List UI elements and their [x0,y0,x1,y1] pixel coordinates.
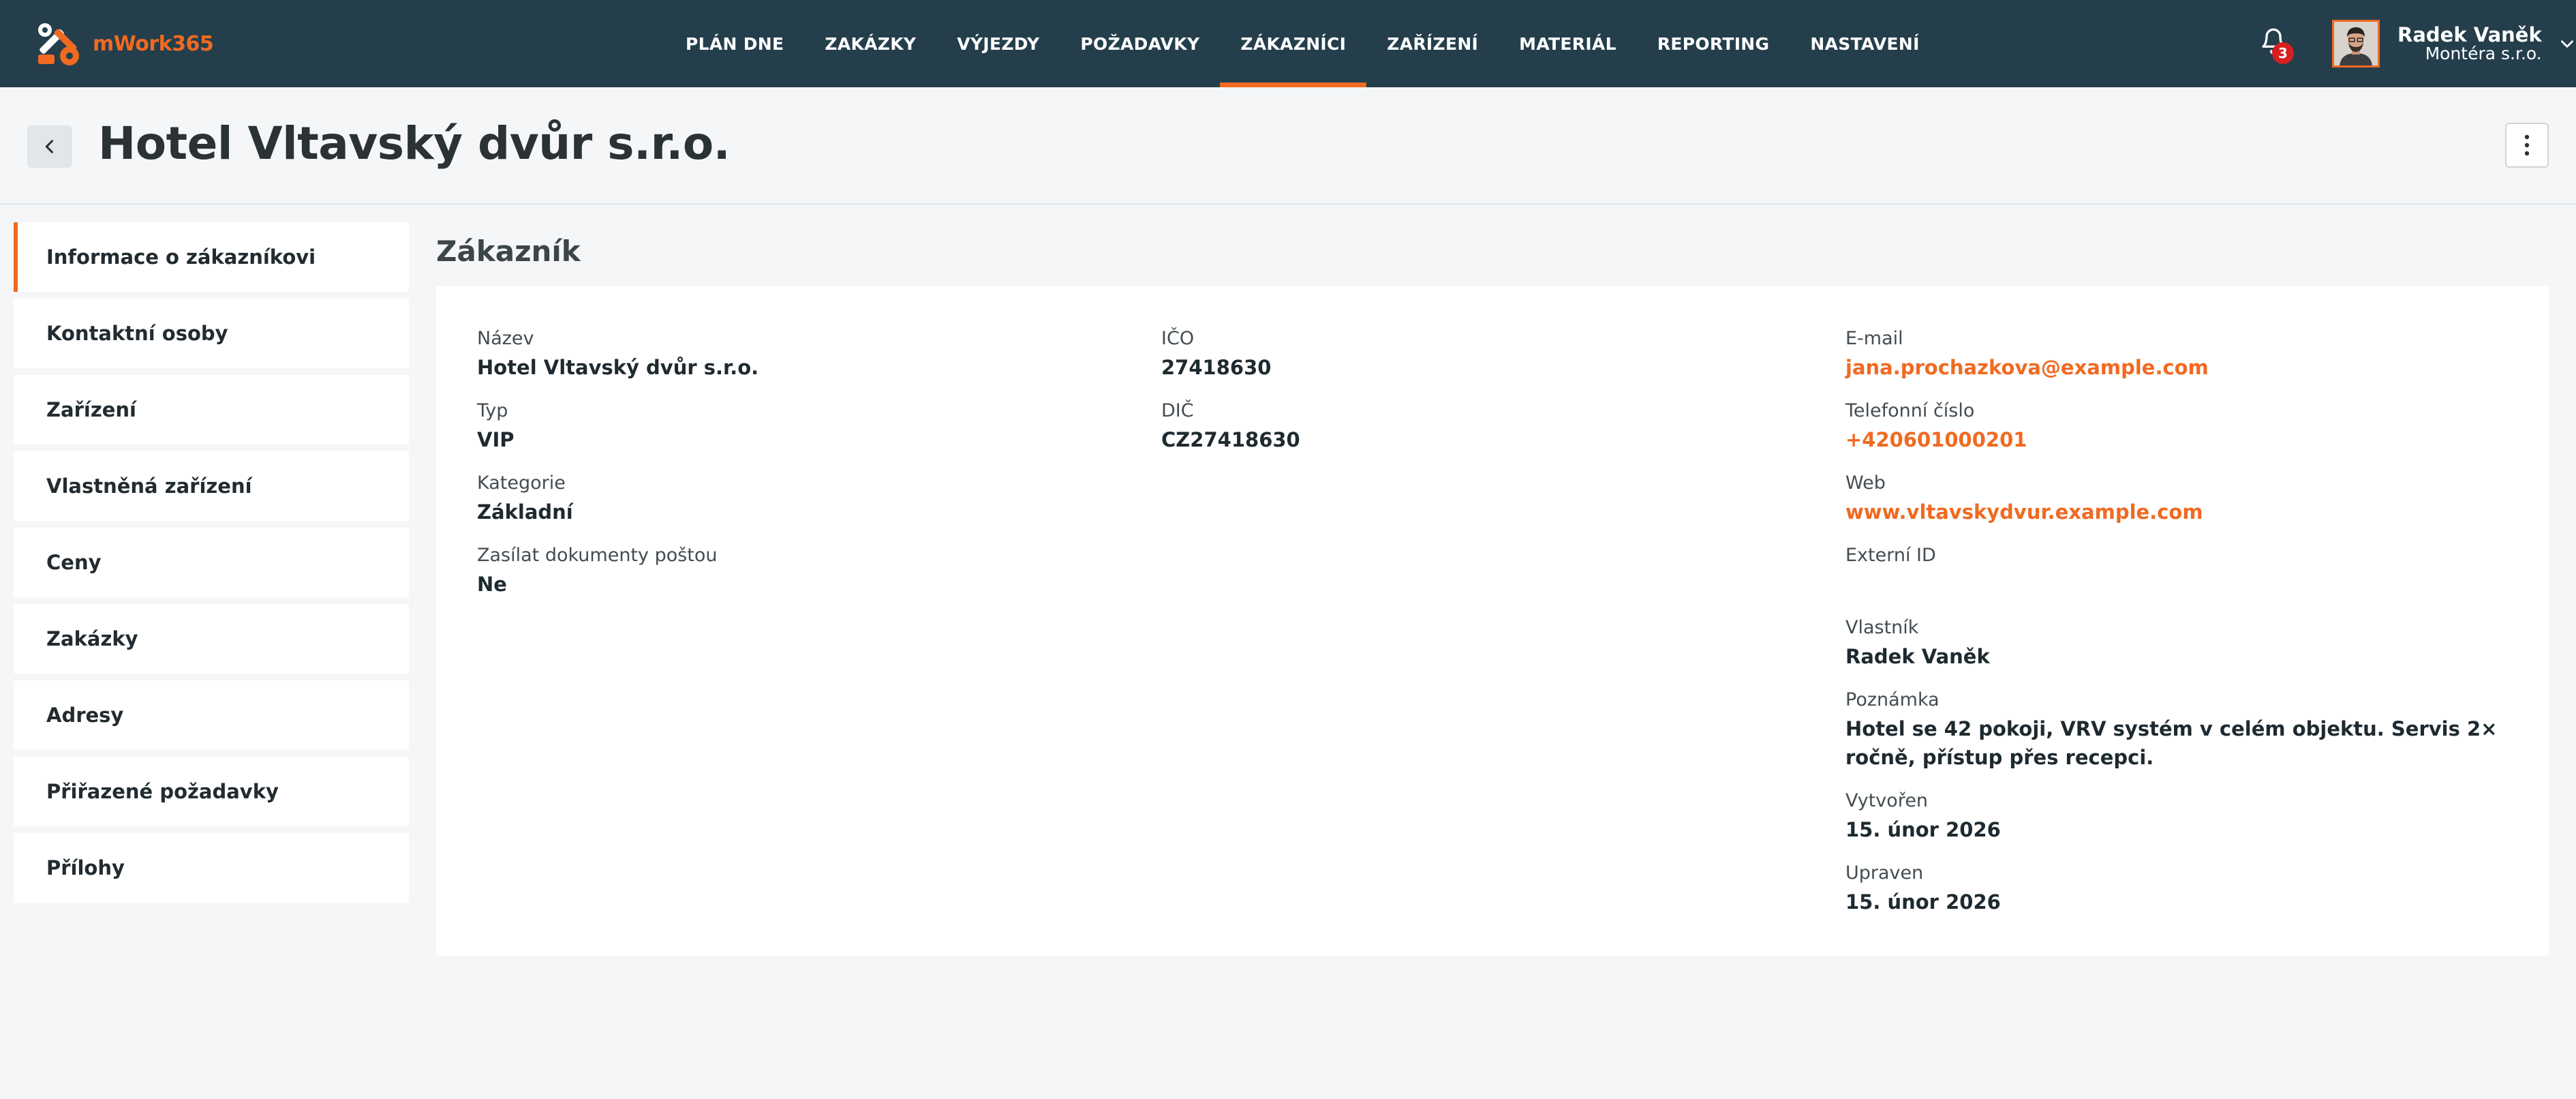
field-label: Název [477,328,534,349]
field-typ: Typ VIP [477,397,1131,469]
customer-column-1: Název Hotel Vltavský dvůr s.r.o. Typ VIP… [477,325,1131,614]
email-link[interactable]: jana.prochazkova@example.com [1845,353,2527,382]
brand-name: mWork365 [93,31,214,56]
sidebar-item-kontaktni-osoby[interactable]: Kontaktní osoby [14,299,409,368]
sidebar-item-informace[interactable]: Informace o zákazníkovi [14,222,409,292]
field-label: Upraven [1845,862,1924,884]
section-title: Zákazník [436,235,581,268]
field-value: Základní [477,500,573,524]
sidebar-item-vlastnena-zarizeni[interactable]: Vlastněná zařízení [14,451,409,521]
field-value: 15. únor 2026 [1845,818,2001,841]
customer-column-3: E-mail jana.prochazkova@example.com Tele… [1845,325,2527,931]
customer-sidebar: Informace o zákazníkovi Kontaktní osoby … [14,222,409,909]
field-vytvoren: Vytvořen 15. únor 2026 [1845,787,2527,859]
field-label: Typ [477,400,508,421]
field-value: VIP [477,428,515,451]
field-poznamka: Poznámka Hotel se 42 pokoji, VRV systém … [1845,686,2527,787]
sidebar-item-adresy[interactable]: Adresy [14,680,409,750]
nav-pozadavky[interactable]: POŽADAVKY [1060,0,1220,87]
more-vertical-icon [2524,134,2530,156]
field-vlastnik: Vlastník Radek Vaněk [1845,614,2527,686]
field-label: Telefonní číslo [1845,400,1975,421]
customer-column-2: IČO 27418630 DIČ CZ27418630 [1161,325,1815,469]
nav-plan-dne[interactable]: PLÁN DNE [665,0,804,87]
mwork-logo-icon [38,23,79,65]
field-value: Radek Vaněk [1845,645,1990,668]
brand[interactable]: mWork365 [33,18,214,70]
field-dic: DIČ CZ27418630 [1161,397,1815,469]
field-ico: IČO 27418630 [1161,325,1815,397]
field-email: E-mail jana.prochazkova@example.com [1845,325,2527,397]
sidebar-item-prilohy[interactable]: Přílohy [14,833,409,903]
field-value: Ne [477,573,507,596]
field-label: Externí ID [1845,545,1936,566]
field-value: 15. únor 2026 [1845,890,2001,914]
user-info: Radek Vaněk Montéra s.r.o. [2397,22,2542,64]
field-label: IČO [1161,328,1195,349]
field-value: Hotel se 42 pokoji, VRV systém v celém o… [1845,717,2498,769]
nav-vyjezdy[interactable]: VÝJEZDY [936,0,1060,87]
nav-reporting[interactable]: REPORTING [1637,0,1790,87]
field-label: Poznámka [1845,689,1939,710]
back-button[interactable] [27,125,72,168]
field-value: CZ27418630 [1161,428,1300,451]
page-header: Hotel Vltavský dvůr s.r.o. [0,87,2576,205]
avatar [2332,20,2380,67]
field-web: Web www.vltavskydvur.example.com [1845,469,2527,541]
user-menu[interactable]: Radek Vaněk Montéra s.r.o. [2332,19,2576,68]
field-value: Hotel Vltavský dvůr s.r.o. [477,356,759,379]
customer-info-card: Název Hotel Vltavský dvůr s.r.o. Typ VIP… [436,286,2549,956]
field-label: Zasílat dokumenty poštou [477,545,718,566]
nav-zakaznici[interactable]: ZÁKAZNÍCI [1220,0,1367,87]
phone-link[interactable]: +420601000201 [1845,425,2527,454]
more-actions-button[interactable] [2505,123,2549,168]
sidebar-item-prirazene-pozadavky[interactable]: Přiřazené požadavky [14,757,409,826]
field-label: E-mail [1845,328,1903,349]
field-zasilat-postou: Zasílat dokumenty poštou Ne [477,541,1131,614]
field-externi-id: Externí ID [1845,541,2527,614]
user-name: Radek Vaněk [2397,22,2542,46]
page-title: Hotel Vltavský dvůr s.r.o. [98,117,731,170]
notifications-button[interactable]: 3 [2260,26,2294,64]
field-kategorie: Kategorie Základní [477,469,1131,541]
field-label: Kategorie [477,472,566,494]
user-company: Montéra s.r.o. [2425,44,2542,64]
sidebar-item-zakazky[interactable]: Zakázky [14,604,409,674]
field-upraven: Upraven 15. únor 2026 [1845,859,2527,931]
chevron-down-icon [2560,40,2573,48]
field-telefon: Telefonní číslo +420601000201 [1845,397,2527,469]
notification-count-badge: 3 [2272,42,2294,64]
nav-zarizeni[interactable]: ZAŘÍZENÍ [1366,0,1499,87]
field-nazev: Název Hotel Vltavský dvůr s.r.o. [477,325,1131,397]
nav-material[interactable]: MATERIÁL [1499,0,1637,87]
field-label: Vlastník [1845,617,1919,638]
nav-nastaveni[interactable]: NASTAVENÍ [1790,0,1939,87]
user-avatar-icon [2334,22,2378,65]
sidebar-item-ceny[interactable]: Ceny [14,528,409,597]
chevron-left-icon [45,140,54,153]
field-label: Web [1845,472,1886,494]
sidebar-item-zarizeni[interactable]: Zařízení [14,375,409,445]
web-link[interactable]: www.vltavskydvur.example.com [1845,498,2527,526]
field-label: DIČ [1161,400,1194,421]
top-navigation-bar: mWork365 PLÁN DNE ZAKÁZKY VÝJEZDY POŽADA… [0,0,2576,87]
field-value: 27418630 [1161,356,1272,379]
field-label: Vytvořen [1845,790,1929,811]
main-nav: PLÁN DNE ZAKÁZKY VÝJEZDY POŽADAVKY ZÁKAZ… [665,0,1940,87]
nav-zakazky[interactable]: ZAKÁZKY [804,0,936,87]
